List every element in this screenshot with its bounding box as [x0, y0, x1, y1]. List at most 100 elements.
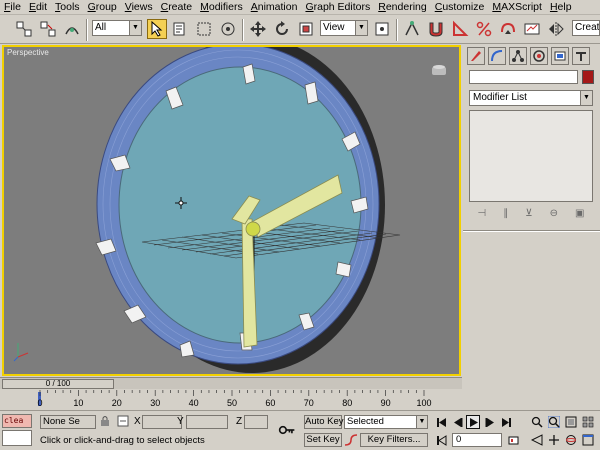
key-icon[interactable]	[276, 419, 298, 441]
select-and-link-icon[interactable]	[14, 19, 34, 39]
go-to-start-icon[interactable]	[434, 415, 448, 429]
mirror-icon[interactable]	[546, 19, 566, 39]
show-end-result-icon[interactable]: ∥	[503, 208, 508, 219]
zoom-extents-all-icon[interactable]	[581, 415, 595, 429]
spinner-snap-icon[interactable]	[498, 19, 518, 39]
use-pivot-center-icon[interactable]	[372, 19, 392, 39]
menu-maxscript[interactable]: MAXScript	[492, 1, 542, 13]
previous-frame-icon[interactable]	[450, 415, 464, 429]
key-filters-button[interactable]: Key Filters...	[360, 433, 428, 447]
track-bar[interactable]: 0 10 20 30 40 50 60 70 80 90 100	[0, 390, 462, 410]
menu-help[interactable]: Help	[550, 1, 572, 13]
selection-info: None Se	[40, 415, 96, 429]
viewcube-teapot-icon[interactable]	[432, 65, 446, 75]
key-mode-toggle-icon[interactable]	[434, 433, 448, 447]
remove-modifier-icon[interactable]: ⊖	[550, 208, 558, 219]
ruler-tick-label: 100	[416, 398, 431, 408]
selection-filter-dropdown[interactable]: All ▼	[92, 20, 142, 36]
bind-to-space-warp-icon[interactable]	[62, 19, 82, 39]
window-crossing-icon[interactable]	[218, 19, 238, 39]
status-bar: clea None Se X Y Z Click or click-and-dr…	[0, 410, 600, 450]
prompt-line: Click or click-and-drag to select object…	[40, 435, 205, 446]
pan-view-icon[interactable]	[547, 433, 561, 447]
zoom-extents-icon[interactable]	[564, 415, 578, 429]
menu-tools[interactable]: Tools	[55, 1, 80, 13]
select-and-move-icon[interactable]	[248, 19, 268, 39]
zoom-icon[interactable]	[530, 415, 544, 429]
menu-animation[interactable]: Animation	[251, 1, 298, 13]
time-configuration-icon[interactable]	[506, 433, 520, 447]
reference-coord-dropdown[interactable]: View ▼	[320, 20, 368, 36]
set-key-button[interactable]: Set Key	[304, 433, 342, 447]
lock-selection-icon[interactable]	[98, 414, 112, 428]
go-to-end-icon[interactable]	[499, 415, 513, 429]
select-by-name-icon[interactable]	[170, 19, 190, 39]
edit-named-selections-icon[interactable]	[522, 19, 542, 39]
menu-views[interactable]: Views	[125, 1, 153, 13]
modify-tab-icon[interactable]	[488, 47, 506, 65]
modifier-list-dropdown[interactable]: Modifier List ▼	[469, 90, 593, 106]
select-and-scale-icon[interactable]	[296, 19, 316, 39]
viewport-label[interactable]: Perspective	[7, 48, 49, 57]
zoom-all-icon[interactable]	[547, 415, 561, 429]
menu-file[interactable]: File	[4, 1, 21, 13]
chevron-down-icon: ▼	[355, 21, 367, 35]
pin-stack-icon[interactable]: ⊣	[478, 208, 487, 219]
field-of-view-icon[interactable]	[530, 433, 544, 447]
make-unique-icon[interactable]: ⊻	[525, 208, 532, 219]
angle-snap-toggle-icon[interactable]	[450, 19, 470, 39]
menu-create[interactable]: Create	[161, 1, 193, 13]
configure-modifier-sets-icon[interactable]: ▣	[575, 208, 584, 219]
play-animation-icon[interactable]	[466, 415, 480, 429]
absolute-mode-icon[interactable]	[116, 414, 130, 428]
ruler-tick-label: 30	[150, 398, 160, 408]
rectangular-selection-icon[interactable]	[194, 19, 214, 39]
display-tab-icon[interactable]	[551, 47, 569, 65]
main-toolbar: All ▼ View ▼ Creat	[0, 16, 600, 44]
snaps-toggle-icon[interactable]	[426, 19, 446, 39]
chevron-down-icon: ▼	[129, 21, 141, 35]
ruler-tick-label: 90	[381, 398, 391, 408]
coord-z-field[interactable]	[244, 415, 268, 429]
hierarchy-tab-icon[interactable]	[509, 47, 527, 65]
motion-tab-icon[interactable]	[530, 47, 548, 65]
object-name-field[interactable]	[469, 70, 578, 84]
unlink-selection-icon[interactable]	[38, 19, 58, 39]
auto-key-button[interactable]: Auto Key	[304, 415, 344, 429]
select-and-manipulate-icon[interactable]	[402, 19, 422, 39]
maxscript-listener[interactable]: clea	[2, 414, 32, 428]
time-slider-thumb[interactable]: 0 / 100	[2, 379, 114, 389]
maximize-viewport-icon[interactable]	[581, 433, 595, 447]
menu-modifiers[interactable]: Modifiers	[200, 1, 243, 13]
percent-snap-icon[interactable]	[474, 19, 494, 39]
menu-edit[interactable]: Edit	[29, 1, 47, 13]
coord-y-field[interactable]	[186, 415, 228, 429]
viewport-scene	[13, 47, 446, 373]
command-panel-tabs	[467, 47, 597, 67]
perspective-viewport[interactable]: Perspective	[2, 45, 461, 376]
object-color-swatch[interactable]	[582, 70, 594, 84]
toolbar-separator	[396, 19, 398, 41]
modifier-stack[interactable]	[469, 110, 593, 202]
current-frame-field[interactable]: 0	[452, 433, 502, 447]
maxscript-output[interactable]	[2, 430, 32, 446]
menu-group[interactable]: Group	[88, 1, 117, 13]
modifier-stack-tools: ⊣ ∥ ⊻ ⊖ ▣	[469, 205, 593, 221]
named-selection-set-field[interactable]: Create	[572, 20, 600, 36]
next-frame-icon[interactable]	[483, 415, 497, 429]
select-and-rotate-icon[interactable]	[272, 19, 292, 39]
arc-rotate-icon[interactable]	[564, 433, 578, 447]
ruler-tick-label: 70	[304, 398, 314, 408]
chevron-down-icon: ▼	[580, 91, 592, 105]
menu-customize[interactable]: Customize	[435, 1, 485, 13]
select-object-icon[interactable]	[147, 19, 167, 39]
key-mode-dropdown[interactable]: Selected ▼	[344, 415, 428, 429]
create-tab-icon[interactable]	[467, 47, 485, 65]
menu-graph-editors[interactable]: Graph Editors	[305, 1, 370, 13]
coord-x-field[interactable]	[142, 415, 182, 429]
default-in-out-tangents-icon[interactable]	[344, 433, 358, 447]
axis-tripod-icon	[13, 343, 29, 362]
time-slider[interactable]: 0 / 100	[0, 377, 462, 389]
menu-rendering[interactable]: Rendering	[378, 1, 426, 13]
utilities-tab-icon[interactable]	[572, 47, 590, 65]
